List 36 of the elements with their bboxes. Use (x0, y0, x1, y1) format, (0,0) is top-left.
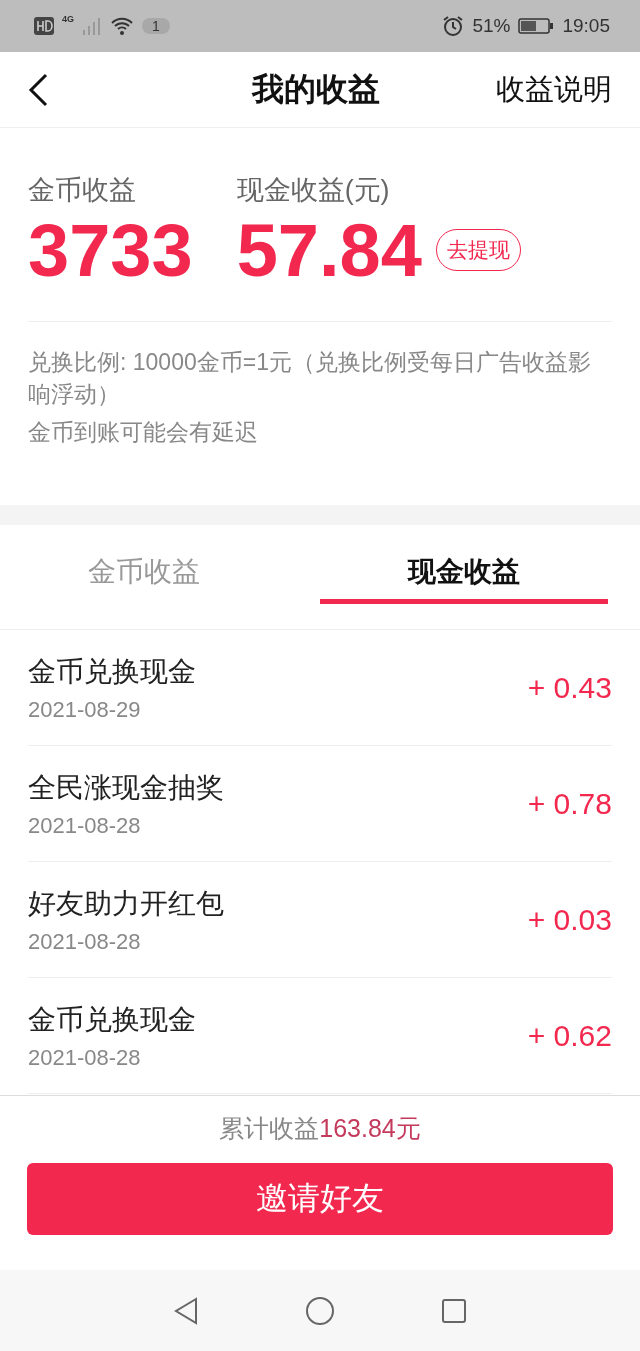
network-label: 4G (62, 14, 74, 24)
battery-percent: 51% (472, 15, 511, 37)
earnings-tab[interactable]: 金币收益 (0, 525, 288, 604)
signal-icon (82, 16, 102, 36)
record-title: 金币兑换现金 (28, 654, 196, 689)
record-title: 全民涨现金抽奖 (28, 770, 224, 805)
alarm-icon (442, 15, 465, 37)
wifi-icon (110, 16, 134, 36)
record-date: 2021-08-28 (28, 928, 142, 955)
clock-time: 19:05 (562, 15, 610, 37)
invite-friends-button[interactable]: 邀请好友 (27, 1163, 613, 1235)
record-date: 2021-08-29 (28, 696, 142, 723)
earnings-tab[interactable]: 现金收益 (320, 525, 608, 604)
hd-icon (34, 17, 54, 35)
record-title: 金币兑换现金 (28, 1002, 196, 1037)
battery-icon (518, 17, 555, 35)
record-title: 好友助力开红包 (28, 886, 224, 921)
back-icon (28, 72, 48, 107)
info-note: 金币到账可能会有延迟 (28, 418, 259, 448)
record-date: 2021-08-28 (28, 1044, 142, 1071)
earnings-info-link[interactable]: 收益说明 (496, 69, 612, 110)
cash-earnings-label: 现金收益(元) (236, 174, 391, 207)
total-earnings-label: 累计收益 (219, 1113, 320, 1144)
record-amount: + 0.43 (527, 670, 612, 705)
coin-earnings-label: 金币收益 (28, 174, 137, 207)
info-note: 兑换比例: 10000金币=1元（兑换比例受每日广告收益影响浮动） (28, 348, 592, 410)
coin-earnings-value: 3733 (28, 208, 193, 294)
notification-badge: 1 (142, 18, 170, 34)
cash-earnings-value: 57.84 (236, 208, 422, 294)
record-amount: + 0.78 (527, 786, 612, 821)
record-amount: + 0.62 (527, 1018, 612, 1053)
total-earnings-value: 163.84元 (319, 1113, 421, 1144)
page-title: 我的收益 (250, 69, 381, 109)
withdraw-button[interactable]: 去提现 (435, 229, 521, 272)
record-date: 2021-08-28 (28, 812, 142, 839)
record-amount: + 0.03 (527, 902, 612, 937)
